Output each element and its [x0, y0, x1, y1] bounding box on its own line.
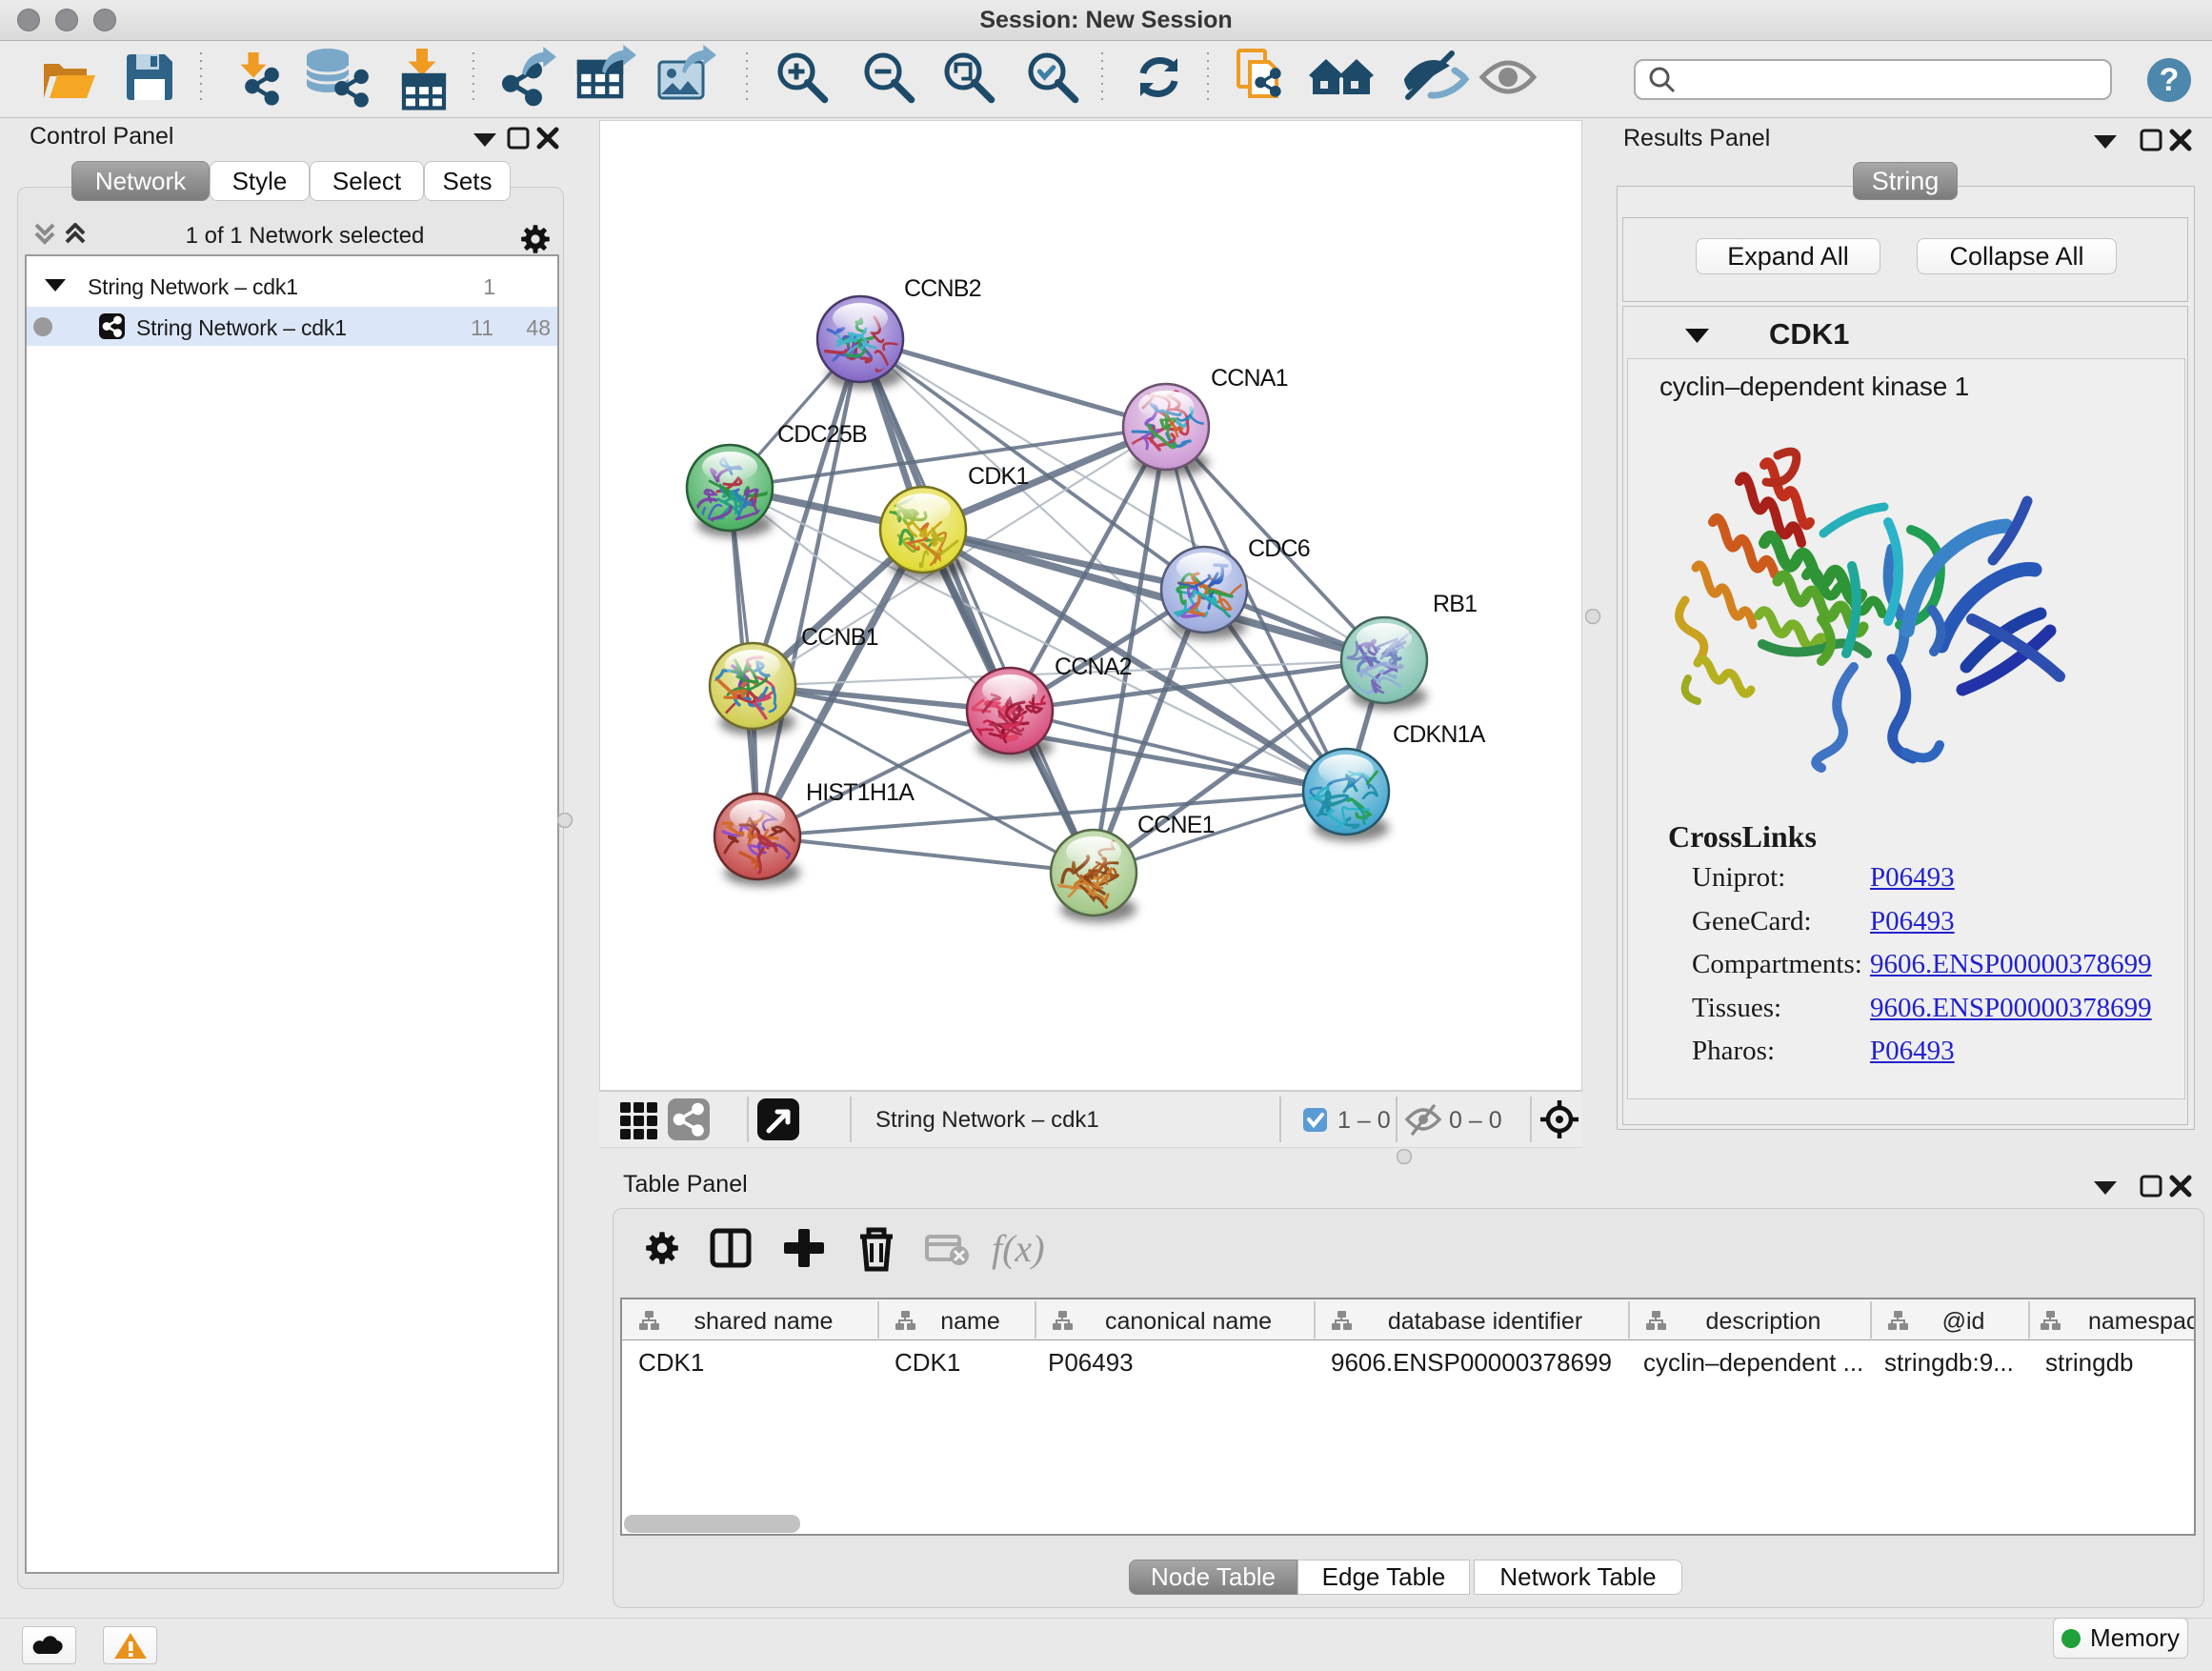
- svg-text:CDKN1A: CDKN1A: [1393, 721, 1486, 748]
- svg-text:?: ?: [2160, 62, 2180, 98]
- svg-text:shared name: shared name: [694, 1308, 834, 1335]
- svg-text:CCNB1: CCNB1: [801, 624, 878, 651]
- svg-text:RB1: RB1: [1433, 591, 1477, 617]
- svg-text:0 – 0: 0 – 0: [1449, 1107, 1502, 1134]
- svg-text:CCNA1: CCNA1: [1211, 365, 1288, 392]
- svg-text:CCNB2: CCNB2: [904, 275, 981, 302]
- svg-text:namespace: namespace: [2088, 1308, 2194, 1335]
- svg-text:String Network – cdk1: String Network – cdk1: [875, 1107, 1099, 1133]
- svg-text:HIST1H1A: HIST1H1A: [806, 779, 915, 806]
- svg-text:1 – 0: 1 – 0: [1337, 1107, 1391, 1134]
- svg-text:description: description: [1706, 1308, 1821, 1335]
- svg-text:CCNE1: CCNE1: [1137, 812, 1215, 838]
- svg-text:canonical name: canonical name: [1105, 1308, 1272, 1335]
- svg-text:CDK1: CDK1: [968, 463, 1029, 490]
- svg-text:@id: @id: [1942, 1308, 1985, 1335]
- svg-text:f(x): f(x): [992, 1227, 1045, 1270]
- svg-text:CDC25B: CDC25B: [777, 421, 867, 448]
- svg-text:CCNA2: CCNA2: [1055, 654, 1132, 680]
- svg-text:database identifier: database identifier: [1388, 1308, 1582, 1335]
- svg-text:CDC6: CDC6: [1248, 535, 1310, 562]
- svg-text:name: name: [940, 1308, 1000, 1335]
